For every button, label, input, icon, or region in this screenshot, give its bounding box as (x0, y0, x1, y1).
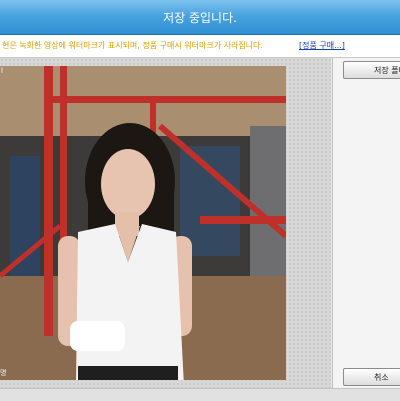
cancel-button-label: 취소 (374, 373, 389, 382)
title-bar: 저장 중입니다. (0, 0, 400, 35)
watermark-notice: 현은 녹화한 영상에 워터마크가 표시되며, 정품 구매시 워터마크가 사라집니… (0, 35, 400, 58)
cancel-button[interactable]: 취소 (343, 368, 400, 386)
preview-corner-label: l (1, 67, 3, 75)
video-frame-image (0, 66, 286, 380)
window-title: 저장 중입니다. (163, 10, 237, 25)
save-folder-button-label: 저장 폴더 (374, 66, 400, 75)
save-folder-button[interactable]: 저장 폴더 (343, 61, 400, 79)
buy-link[interactable]: [정품 구매...] (299, 35, 345, 57)
notice-message: 현은 녹화한 영상에 워터마크가 표시되며, 정품 구매시 워터마크가 사라집니… (2, 41, 263, 50)
right-panel: 저장 폴더 취소 (332, 58, 400, 398)
video-preview: l 명 (0, 66, 286, 380)
bottom-strip (0, 388, 400, 401)
preview-bottom-label: 명 (0, 369, 7, 377)
